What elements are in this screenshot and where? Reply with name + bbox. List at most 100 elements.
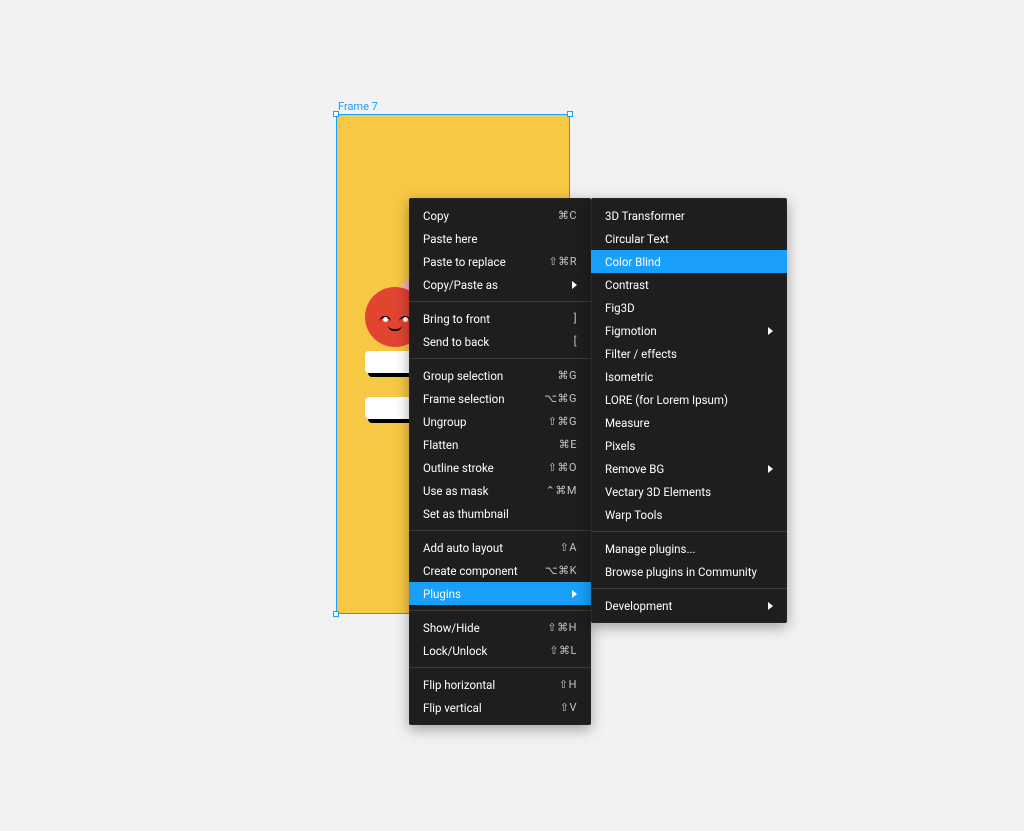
menu-item-label: Figmotion [605,324,762,338]
menu-item[interactable]: Isometric [591,365,787,388]
menu-item[interactable]: Copy/Paste as [409,273,591,296]
menu-item[interactable]: Circular Text [591,227,787,250]
menu-item-label: Show/Hide [423,621,539,635]
menu-item-label: Remove BG [605,462,762,476]
menu-item-label: Fig3D [605,301,773,315]
menu-separator [591,588,787,589]
menu-item[interactable]: Browse plugins in Community [591,560,787,583]
menu-item-label: Set as thumbnail [423,507,577,521]
menu-item-label: Flip horizontal [423,678,551,692]
menu-item[interactable]: 3D Transformer [591,204,787,227]
menu-item[interactable]: Lock/Unlock ⇧⌘L [409,639,591,662]
menu-item[interactable]: Use as mask ⌃⌘M [409,479,591,502]
menu-item-label: Ungroup [423,415,540,429]
menu-item[interactable]: Color Blind [591,250,787,273]
menu-item-label: Development [605,599,762,613]
menu-item-label: Outline stroke [423,461,540,475]
menu-item-label: Frame selection [423,392,536,406]
selection-handle-bottom-left[interactable] [333,611,339,617]
menu-item-shortcut: ⌃⌘M [546,484,577,497]
menu-item-label: Warp Tools [605,508,773,522]
menu-item-shortcut: ⇧⌘G [548,415,577,428]
menu-item-label: Copy [423,209,550,223]
menu-item[interactable]: Send to back[ [409,330,591,353]
menu-item-label: Lock/Unlock [423,644,541,658]
menu-item[interactable]: Plugins [409,582,591,605]
context-menu: Copy ⌘C Paste here Paste to replace ⇧⌘R Copy/… [409,198,591,725]
chevron-right-icon [572,281,577,289]
menu-item-label: Circular Text [605,232,773,246]
menu-item-shortcut: ⇧⌘R [549,255,578,268]
menu-item[interactable]: Contrast [591,273,787,296]
menu-item-label: Color Blind [605,255,773,269]
menu-item[interactable]: Create component ⌥⌘K [409,559,591,582]
menu-item-shortcut: ⇧A [560,541,577,554]
menu-separator [409,667,591,668]
chevron-right-icon [768,602,773,610]
menu-item-shortcut: ⌘E [559,438,577,451]
menu-item[interactable]: Paste to replace ⇧⌘R [409,250,591,273]
menu-item[interactable]: Measure [591,411,787,434]
menu-item-shortcut: ⇧V [560,701,577,714]
menu-item[interactable]: Frame selection ⌥⌘G [409,387,591,410]
menu-item-shortcut: ⌥⌘G [544,392,577,405]
menu-item-shortcut: ⌘C [558,209,577,222]
menu-item-shortcut: ⌘G [558,369,578,382]
menu-item[interactable]: Filter / effects [591,342,787,365]
menu-item[interactable]: Flatten ⌘E [409,433,591,456]
mouth-icon [388,325,402,331]
menu-item-label: Create component [423,564,537,578]
chevron-right-icon [768,465,773,473]
menu-item[interactable]: Bring to front] [409,307,591,330]
menu-separator [591,531,787,532]
menu-item-shortcut: ] [574,312,577,325]
menu-item[interactable]: Set as thumbnail [409,502,591,525]
frame-label[interactable]: Frame 7 [338,100,378,113]
menu-item[interactable]: Copy ⌘C [409,204,591,227]
menu-item-label: Manage plugins... [605,542,773,556]
menu-separator [409,358,591,359]
menu-item-shortcut: ⇧H [559,678,577,691]
menu-item[interactable]: Show/Hide ⇧⌘H [409,616,591,639]
menu-item[interactable]: Vectary 3D Elements [591,480,787,503]
plugins-submenu: 3D Transformer Circular Text Color Blind Co… [591,198,787,623]
menu-item-label: Group selection [423,369,550,383]
menu-item[interactable]: Paste here [409,227,591,250]
selection-handle-top-left[interactable] [333,111,339,117]
menu-item[interactable]: Fig3D [591,296,787,319]
menu-item-label: Measure [605,416,773,430]
menu-item-label: Pixels [605,439,773,453]
menu-item-label: Isometric [605,370,773,384]
menu-item-shortcut: ⇧⌘O [548,461,577,474]
menu-item[interactable]: Remove BG [591,457,787,480]
menu-item-label: Use as mask [423,484,538,498]
menu-item-label: Paste to replace [423,255,541,269]
menu-item[interactable]: Flip horizontal ⇧H [409,673,591,696]
menu-item-shortcut: ⇧⌘L [549,644,577,657]
menu-item-shortcut: ⇧⌘H [547,621,577,634]
menu-item[interactable]: Outline stroke ⇧⌘O [409,456,591,479]
menu-item-label: Add auto layout [423,541,552,555]
menu-item-shortcut: [ [574,335,577,348]
selection-handle-top-right[interactable] [567,111,573,117]
menu-item-label: Flatten [423,438,551,452]
menu-item-label: 3D Transformer [605,209,773,223]
menu-item-label: Paste here [423,232,577,246]
menu-item[interactable]: Flip vertical ⇧V [409,696,591,719]
menu-item-label: Flip vertical [423,701,552,715]
menu-item[interactable]: Ungroup ⇧⌘G [409,410,591,433]
menu-item[interactable]: Pixels [591,434,787,457]
menu-separator [409,530,591,531]
menu-item[interactable]: LORE (for Lorem Ipsum) [591,388,787,411]
chevron-right-icon [572,590,577,598]
menu-item[interactable]: Add auto layout ⇧A [409,536,591,559]
menu-separator [409,610,591,611]
menu-item[interactable]: Warp Tools [591,503,787,526]
menu-item-label: Copy/Paste as [423,278,566,292]
menu-item-shortcut: ⌥⌘K [545,564,577,577]
face-eyes [379,316,411,323]
menu-item[interactable]: Manage plugins... [591,537,787,560]
menu-item[interactable]: Group selection ⌘G [409,364,591,387]
menu-item[interactable]: Figmotion [591,319,787,342]
menu-item[interactable]: Development [591,594,787,617]
